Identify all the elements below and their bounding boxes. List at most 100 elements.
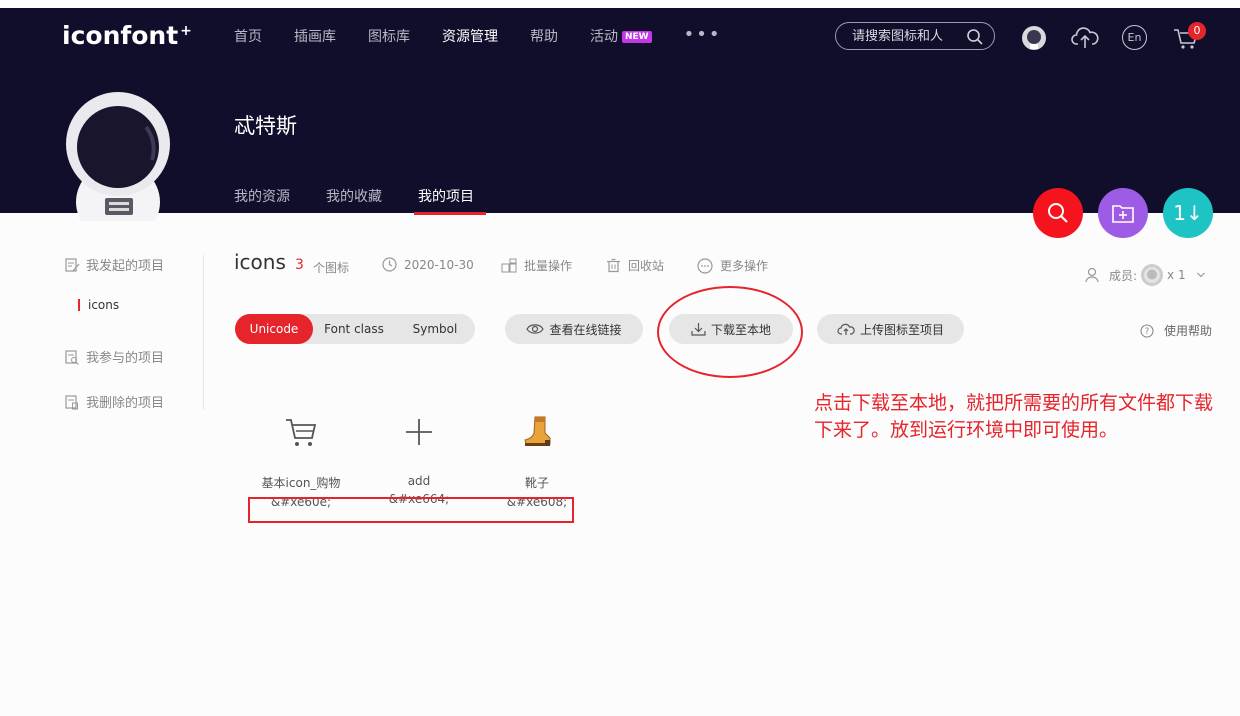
upload-label: 上传图标至项目 [859,322,944,337]
cart-count-badge: 0 [1188,22,1206,40]
question-circle-icon: ? [1140,323,1154,338]
nav-activity-label: 活动 [590,29,618,45]
sidebar-item-label: 我参与的项目 [86,351,165,366]
more-operations-label: 更多操作 [720,259,769,273]
top-strip [0,0,1240,8]
deleted-doc-icon [65,394,78,409]
nav-more-icon[interactable]: ••• [684,24,722,45]
sidebar-item-joined-projects[interactable]: 我参与的项目 [64,347,164,366]
search-box [835,22,995,50]
icon-glyph [360,410,478,454]
project-date-text: 2020-10-30 [404,257,474,272]
usage-help-link[interactable]: ? 使用帮助 [1140,322,1212,339]
project-members[interactable]: 成员: x 1 [1085,264,1206,286]
fab-search-button[interactable] [1033,188,1083,238]
sidebar-item-my-created-projects[interactable]: 我发起的项目 [64,255,164,274]
search-icon [1048,203,1068,223]
profile-tabs: 我的资源 我的收藏 我的项目 [234,186,510,215]
edit-doc-icon [65,257,80,272]
project-title: icons [234,250,286,274]
upload-icons-button[interactable]: 上传图标至项目 [817,314,964,344]
cart-icon [286,419,317,446]
upload-cloud-icon [837,323,855,335]
member-avatar [1141,264,1164,286]
download-local-button[interactable]: 下载至本地 [669,314,793,344]
members-count: x 1 [1167,268,1186,282]
download-label: 下载至本地 [710,322,771,337]
logo[interactable]: iconfont + [62,21,192,50]
icon-name: 基本icon_购物 [261,476,341,490]
view-online-link-button[interactable]: 查看在线链接 [505,314,643,344]
icon-item[interactable]: 基本icon_购物 &#xe60e; [242,410,360,509]
batch-icon [501,258,517,273]
sidebar-subitem-icons[interactable]: icons [78,298,119,312]
sidebar-item-label: 我发起的项目 [86,259,165,274]
astronaut-mini-icon [1144,267,1161,283]
nav-home[interactable]: 首页 [234,26,262,46]
icon-glyph [478,410,596,454]
clock-icon [382,257,397,272]
download-icon [691,323,706,336]
eye-icon [526,324,545,334]
trash-icon [607,258,620,273]
more-circle-icon [697,257,713,274]
nav-icon-library[interactable]: 图标库 [368,26,410,46]
logo-text: iconfont [62,21,179,50]
tab-unicode[interactable]: Unicode [235,314,313,344]
main-nav: 首页 插画库 图标库 资源管理 帮助 活动 NEW ••• [234,24,722,46]
icon-item[interactable]: 靴子 &#xe608; [478,410,596,509]
tab-my-projects[interactable]: 我的项目 [414,186,486,215]
nav-activity[interactable]: 活动 NEW [590,26,652,46]
sidebar-subitem-label: icons [88,298,120,312]
icon-count-label: 个图标 [313,261,350,275]
plus-icon [406,419,432,445]
batch-operation-button[interactable]: 批量操作 [501,257,572,274]
usage-help-label: 使用帮助 [1164,324,1213,338]
language-switch-icon[interactable]: En [1122,25,1147,50]
recycle-bin-button[interactable]: 回收站 [606,257,664,274]
astronaut-avatar-icon [66,92,170,221]
nav-resource-management[interactable]: 资源管理 [442,26,498,46]
svg-text:?: ? [1145,327,1150,337]
nav-help[interactable]: 帮助 [530,26,558,46]
sidebar-item-deleted-projects[interactable]: 我删除的项目 [64,392,164,411]
member-icon [1085,267,1099,283]
sidebar-item-label: 我删除的项目 [86,396,165,411]
members-label: 成员: [1109,268,1138,283]
icon-code: &#xe664; [388,492,450,506]
logo-mark: + [180,22,192,39]
fab-add-folder-button[interactable] [1098,188,1148,238]
icon-name: add [407,474,431,488]
user-avatar-icon[interactable] [1021,25,1047,51]
add-folder-icon [1112,205,1134,223]
icon-code: &#xe608; [506,495,568,509]
search-input[interactable] [852,28,962,44]
icon-item[interactable]: add &#xe664; [360,410,478,506]
search-doc-icon [65,349,79,365]
tab-my-resources[interactable]: 我的资源 [234,186,290,206]
icon-glyph [242,410,360,454]
icon-name: 靴子 [524,476,549,490]
fab-sort-button[interactable]: 1↓ [1163,188,1213,238]
icon-code: &#xe60e; [270,495,332,509]
annotation-text: 点击下载至本地，就把所需要的所有文件都下载下来了。放到运行环境中即可使用。 [814,392,1214,441]
sort-icon: 1↓ [1173,201,1203,225]
chevron-down-icon [1196,272,1205,278]
boot-icon [524,416,551,446]
upload-cloud-icon[interactable] [1071,25,1099,51]
tab-symbol[interactable]: Symbol [395,314,475,344]
page: iconfont+ 首页 插画库 图标库 资源管理 帮助 活动 NEW ••• E… [0,0,1240,716]
tab-my-favorites[interactable]: 我的收藏 [326,186,382,206]
icon-count: 3 [295,257,304,273]
code-format-tabs: Unicode Font class Symbol [235,314,475,344]
profile-name: 忒特斯 [234,114,297,138]
batch-label: 批量操作 [524,259,573,273]
profile-avatar[interactable] [64,92,172,221]
more-operations-button[interactable]: 更多操作 [697,257,768,274]
active-marker [78,299,80,311]
search-icon[interactable] [966,28,984,46]
recycle-bin-label: 回收站 [628,259,665,273]
tab-font-class[interactable]: Font class [313,314,395,344]
nav-illustrations[interactable]: 插画库 [294,26,336,46]
project-date: 2020-10-30 [382,257,474,272]
